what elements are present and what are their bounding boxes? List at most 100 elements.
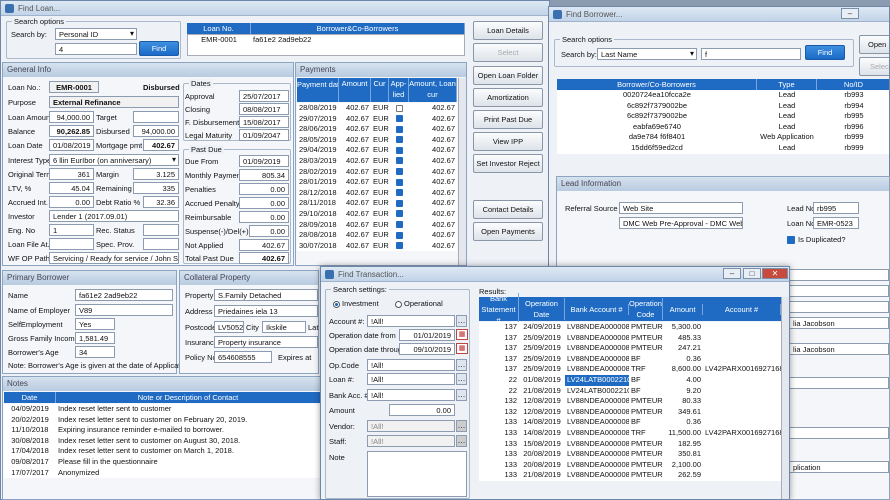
lead-field-5[interactable] bbox=[789, 427, 889, 439]
bank-acc-input[interactable]: !All! bbox=[367, 389, 455, 401]
table-row[interactable]: 137 25/09/2019 LV88NDEA00000850TRF 8,600.00… bbox=[479, 364, 781, 375]
date-through-input[interactable]: 09/10/2019 bbox=[399, 343, 455, 355]
payments-scrollbar[interactable] bbox=[458, 78, 466, 265]
table-row[interactable]: da9e784 f6f8401 Web Application rb999 bbox=[557, 132, 889, 143]
table-row[interactable]: 132 12/08/2019 LV88NDEA00000850PMTEUR 80.33 bbox=[479, 396, 781, 407]
checkbox-checked-icon[interactable] bbox=[395, 178, 403, 186]
find-button[interactable]: Find bbox=[139, 41, 179, 56]
select-button[interactable]: Select bbox=[473, 43, 543, 62]
find-loan-titlebar[interactable]: Find Loan... bbox=[1, 1, 549, 16]
table-row[interactable]: 137 25/09/2019 LV88NDEA00000850PMTEUR 247.2… bbox=[479, 343, 781, 354]
table-row[interactable]: 137 25/09/2019 LV88NDEA00000850PMTEUR 485.3… bbox=[479, 333, 781, 344]
calendar-icon[interactable]: ▦ bbox=[456, 343, 468, 354]
amount-input[interactable]: 0.00 bbox=[389, 404, 455, 416]
find-button[interactable]: Find bbox=[805, 45, 845, 60]
table-row[interactable]: 11/10/2018 Expiring insurance reminder e-… bbox=[4, 425, 321, 436]
account-browse-button[interactable]: … bbox=[456, 315, 467, 327]
checkbox-checked-icon[interactable] bbox=[395, 157, 403, 165]
minimize-icon[interactable]: – bbox=[841, 8, 859, 19]
investment-radio[interactable]: Investment bbox=[333, 299, 379, 308]
table-row[interactable]: 22 01/08/2019 LV24LATB000221000BF 4.00 bbox=[479, 374, 781, 386]
checkbox-checked-icon[interactable] bbox=[395, 210, 403, 218]
vendor-input[interactable]: !All! bbox=[367, 420, 455, 432]
print-past-due-button[interactable]: Print Past Due Report bbox=[473, 110, 543, 141]
table-row[interactable]: 04/09/2019 Index reset letter sent to cus… bbox=[4, 404, 321, 415]
search-input[interactable]: f bbox=[701, 48, 801, 60]
checkbox-checked-icon[interactable] bbox=[395, 221, 403, 229]
table-row[interactable]: 17/07/2017 Anonymized bbox=[4, 468, 321, 479]
open-payments-button[interactable]: Open Payments bbox=[473, 222, 543, 241]
table-row[interactable]: 132 12/08/2019 LV88NDEA00000850PMTEUR 349.6… bbox=[479, 407, 781, 418]
lead-field-2[interactable] bbox=[789, 285, 889, 297]
table-row[interactable]: 29/10/2018 402.67 EUR 402.67 bbox=[297, 209, 457, 220]
select-button[interactable]: Selec bbox=[859, 57, 889, 76]
search-by-select[interactable]: Last Name bbox=[597, 48, 697, 60]
loan-result-row[interactable]: EMR-0001 fa61e2 2ad9eb22 bbox=[187, 35, 465, 46]
table-row[interactable]: 28/02/2019 402.67 EUR 402.67 bbox=[297, 167, 457, 178]
set-investor-reject-button[interactable]: Set Investor Reject bbox=[473, 154, 543, 173]
opcode-input[interactable]: !All! bbox=[367, 359, 455, 371]
loan-details-button[interactable]: Loan Details bbox=[473, 21, 543, 40]
checkbox-checked-icon[interactable] bbox=[395, 242, 403, 250]
minimize-icon[interactable]: – bbox=[723, 268, 741, 279]
table-row[interactable]: 137 25/09/2019 LV88NDEA00000850BF 0.36 bbox=[479, 354, 781, 365]
table-row[interactable]: 15dd6f59ed2cd Lead rb999 bbox=[557, 143, 889, 154]
table-row[interactable]: 28/06/2019 402.67 EUR 402.67 bbox=[297, 124, 457, 135]
txn-scrollbar[interactable] bbox=[781, 297, 789, 499]
table-row[interactable]: 28/01/2019 402.67 EUR 402.67 bbox=[297, 177, 457, 188]
table-row[interactable]: 28/08/2018 402.67 EUR 402.67 bbox=[297, 230, 457, 241]
loan-input[interactable]: !All! bbox=[367, 373, 455, 385]
table-row[interactable]: 29/07/2019 402.67 EUR 402.67 bbox=[297, 114, 457, 125]
borrower-results-list[interactable]: 0020724ea10fcca2e Lead rb993 6c892f7379002b… bbox=[557, 90, 889, 154]
account-input[interactable]: !All! bbox=[367, 315, 455, 327]
find-borrower-titlebar[interactable]: Find Borrower... – bbox=[549, 7, 889, 22]
table-row[interactable]: 133 21/08/2019 LV88NDEA00000850PMTEUR 262.5… bbox=[479, 470, 781, 481]
checkbox-checked-icon[interactable] bbox=[395, 146, 403, 154]
table-row[interactable]: 20/02/2019 Index reset letter sent to cus… bbox=[4, 415, 321, 426]
staff-input[interactable]: !All! bbox=[367, 435, 455, 447]
payments-list[interactable]: 28/08/2019 402.67 EUR 402.67 29/07/2019 402.6… bbox=[297, 103, 457, 252]
table-row[interactable]: 133 14/08/2019 LV88NDEA00000850BF 0.36 bbox=[479, 417, 781, 428]
table-row[interactable]: 133 20/08/2019 LV88NDEA00000850PMTEUR 2,100… bbox=[479, 460, 781, 471]
table-row[interactable]: 30/08/2018 Index reset letter sent to cus… bbox=[4, 436, 321, 447]
table-row[interactable]: 28/08/2019 402.67 EUR 402.67 bbox=[297, 103, 457, 114]
view-ipp-button[interactable]: View IPP bbox=[473, 132, 543, 151]
table-row[interactable]: 137 24/09/2019 LV88NDEA00000850PMTEUR 5,300… bbox=[479, 322, 781, 333]
table-row[interactable]: 09/08/2017 Please fill in the questionnai… bbox=[4, 457, 321, 468]
table-row[interactable]: 28/05/2019 402.67 EUR 402.67 bbox=[297, 135, 457, 146]
calendar-icon[interactable]: ▦ bbox=[456, 329, 468, 340]
date-from-input[interactable]: 01/01/2019 bbox=[399, 329, 455, 341]
table-row[interactable]: 6c892f7379002be Lead rb995 bbox=[557, 111, 889, 122]
table-row[interactable]: 29/04/2019 402.67 EUR 402.67 bbox=[297, 145, 457, 156]
open-details-button[interactable]: Open De bbox=[859, 35, 889, 66]
checkbox-checked-icon[interactable] bbox=[395, 189, 403, 197]
lead-field-3[interactable] bbox=[789, 301, 889, 313]
open-loan-folder-button[interactable]: Open Loan Folder bbox=[473, 66, 543, 85]
table-row[interactable]: 22 21/08/2019 LV24LATB000221000BF 9.20 bbox=[479, 386, 781, 397]
interest-type-select[interactable]: 6 llin EurIbor (on anniversary) bbox=[49, 154, 179, 166]
lead-field-4[interactable] bbox=[789, 377, 889, 389]
txn-results-list[interactable]: 13724/09/2019LV88NDEA00000850PMTEUR5,300… bbox=[479, 322, 781, 481]
checkbox-checked-icon[interactable] bbox=[395, 168, 403, 176]
checkbox-checked-icon[interactable] bbox=[395, 136, 403, 144]
loan-browse-button[interactable]: … bbox=[456, 373, 467, 385]
find-transaction-titlebar[interactable]: Find Transaction... – □ ✕ bbox=[321, 267, 789, 282]
table-row[interactable]: 6c892f7379002be Lead rb994 bbox=[557, 101, 889, 112]
amortization-schedule-button[interactable]: Amortization Schedule bbox=[473, 88, 543, 119]
search-input[interactable]: 4 bbox=[55, 43, 137, 55]
table-row[interactable]: 17/04/2018 Index reset letter sent to cus… bbox=[4, 446, 321, 457]
checkbox-checked-icon[interactable] bbox=[395, 231, 403, 239]
note-input[interactable] bbox=[367, 451, 467, 497]
checkbox-checked-icon[interactable] bbox=[395, 125, 403, 133]
close-icon[interactable]: ✕ bbox=[762, 268, 788, 279]
notes-list[interactable]: 04/09/2019 Index reset letter sent to cus… bbox=[4, 404, 321, 479]
bank-browse-button[interactable]: … bbox=[456, 389, 467, 401]
table-row[interactable]: 28/11/2018 402.67 EUR 402.67 bbox=[297, 198, 457, 209]
operational-radio[interactable]: Operational bbox=[395, 299, 443, 308]
duplicated-checkbox[interactable]: Is Duplicated? bbox=[787, 235, 846, 245]
checkbox-checked-icon[interactable] bbox=[395, 199, 403, 207]
checkbox-icon[interactable] bbox=[395, 104, 403, 112]
table-row[interactable]: 133 20/08/2019 LV88NDEA00000850PMTEUR 350.8… bbox=[479, 449, 781, 460]
search-by-select[interactable]: Personal ID bbox=[55, 28, 137, 40]
staff-browse-button[interactable]: … bbox=[456, 435, 467, 447]
